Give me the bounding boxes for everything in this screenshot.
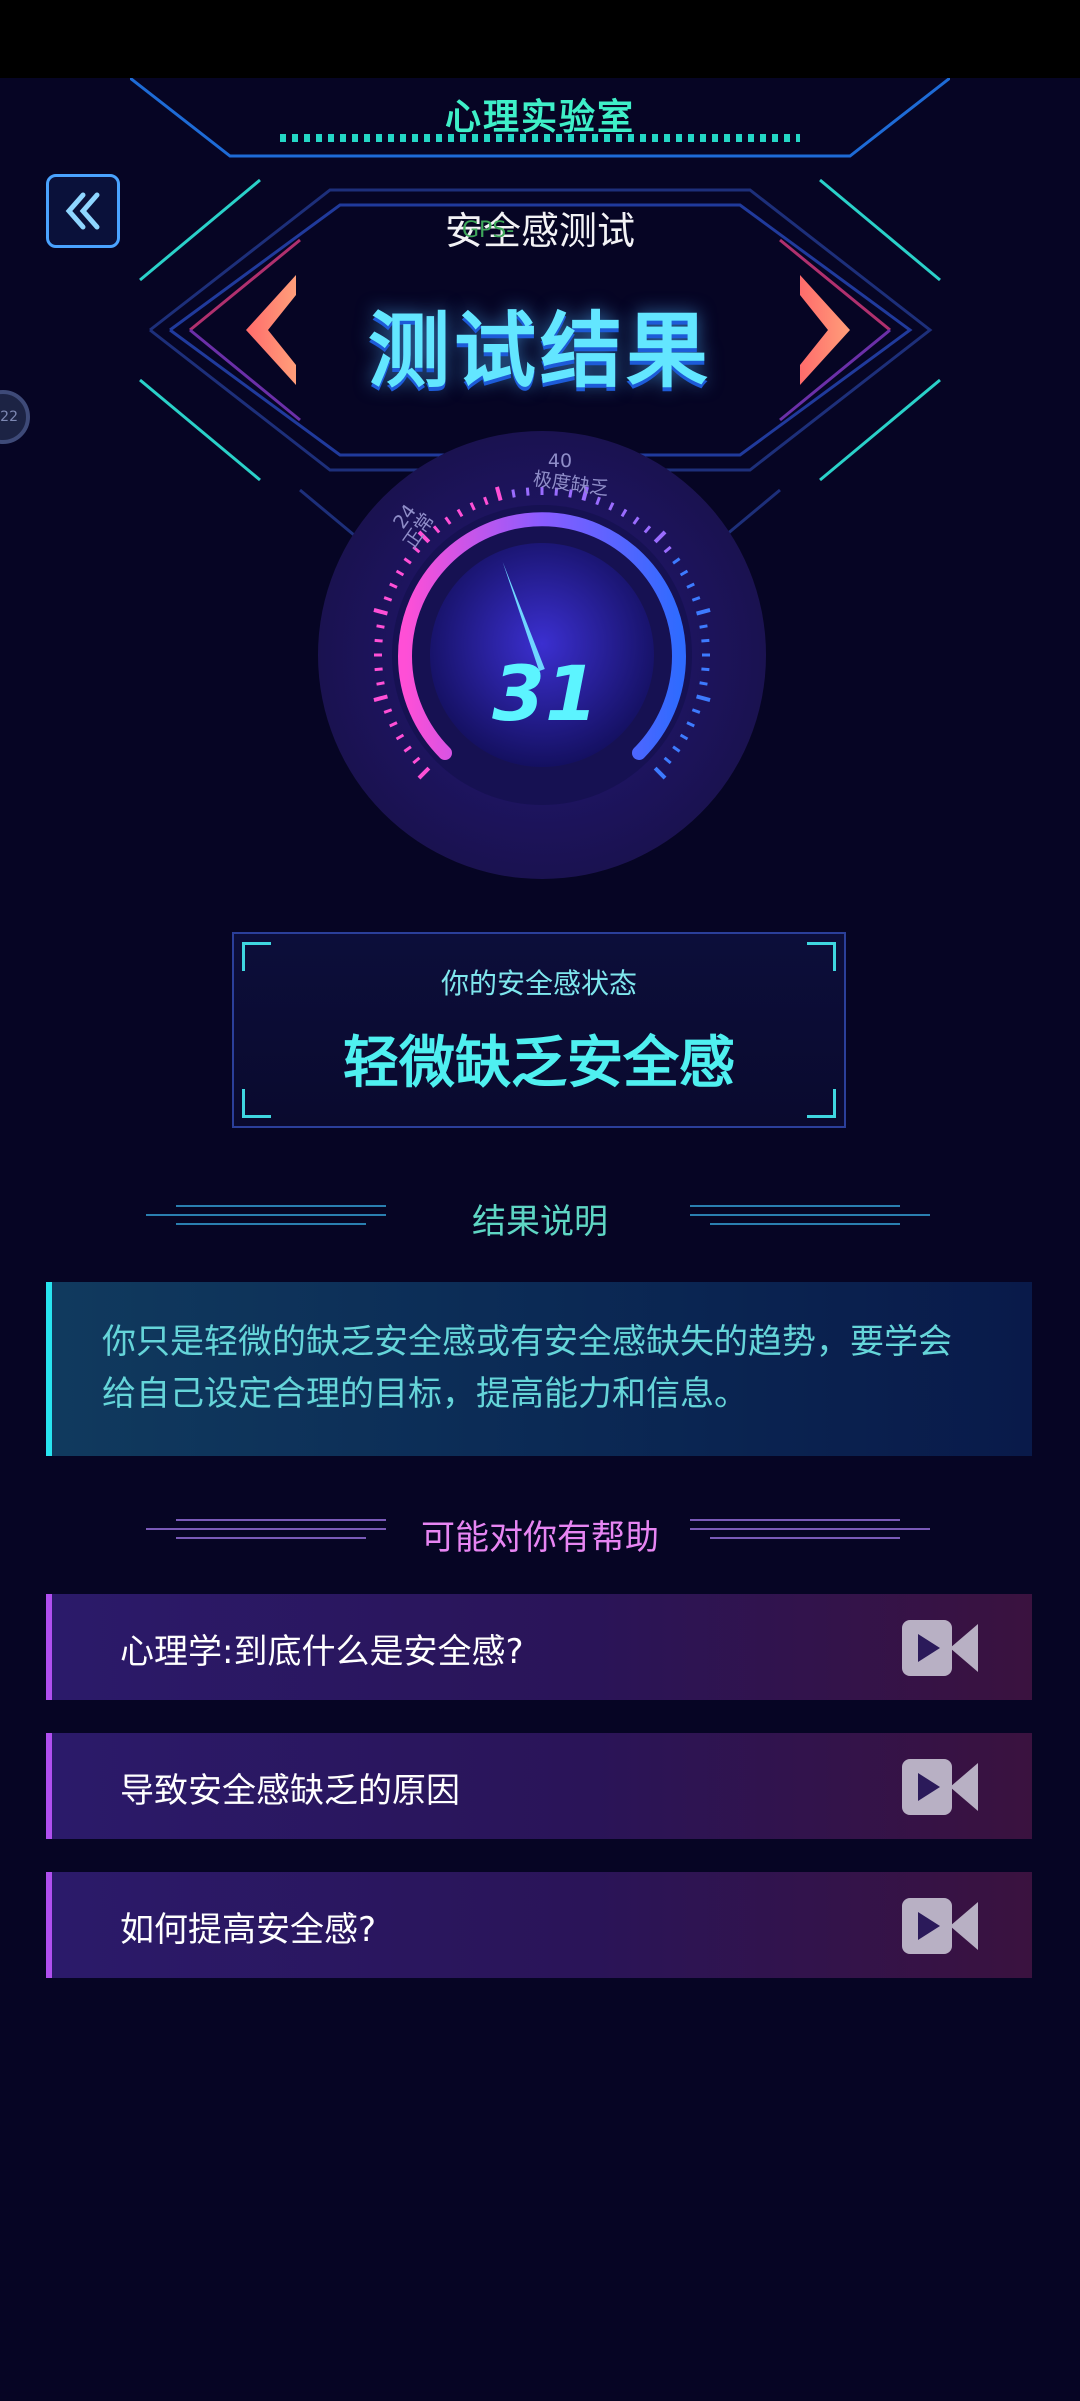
- help-item-causes[interactable]: 导致安全感缺乏的原因: [46, 1733, 1032, 1839]
- gauge-tick: [376, 624, 385, 629]
- status-box: 你的安全感状态 轻微缺乏安全感: [232, 932, 846, 1128]
- video-camera-icon: [902, 1759, 978, 1815]
- status-bar: [0, 0, 1080, 78]
- explain-card: 你只是轻微的缺乏安全感或有安全感缺失的趋势，要学会给自己设定合理的目标，提高能力…: [46, 1282, 1032, 1456]
- app-title: 心理实验室: [444, 97, 635, 138]
- explain-section-header: 结果说明: [0, 1188, 1080, 1242]
- gauge-tick: [699, 624, 708, 629]
- help-item-label: 心理学:到底什么是安全感?: [120, 1632, 524, 1672]
- gauge-tick: [701, 638, 710, 643]
- gauge-tick: [374, 667, 383, 672]
- test-name: 安全感测试: [444, 209, 635, 253]
- gauge-tick: [374, 638, 383, 643]
- gauge-tick: [376, 681, 385, 686]
- gauge-tick: [699, 681, 708, 686]
- divider-lines: [690, 1519, 930, 1539]
- score-gauge: 24 正常 40 极度缺乏 31: [318, 431, 766, 879]
- page: 心理实验室 22 安全感测试 GPS- 测试结果 24 正常 40 极度缺乏 3…: [0, 0, 1080, 2401]
- status-label: 你的安全感状态: [440, 967, 637, 1000]
- result-title: 测试结果: [367, 304, 712, 399]
- divider-lines: [690, 1205, 930, 1225]
- help-item-what-is-security[interactable]: 心理学:到底什么是安全感?: [46, 1594, 1032, 1700]
- explain-text: 你只是轻微的缺乏安全感或有安全感缺失的趋势，要学会给自己设定合理的目标，提高能力…: [102, 1322, 952, 1414]
- help-item-label: 导致安全感缺乏的原因: [120, 1771, 460, 1811]
- video-camera-icon: [902, 1898, 978, 1954]
- status-value: 轻微缺乏安全感: [343, 1031, 735, 1096]
- tick-label-40: 40: [548, 450, 572, 472]
- help-item-label: 如何提高安全感?: [120, 1910, 377, 1950]
- gauge-tick: [701, 667, 710, 672]
- gauge-tick: [525, 487, 530, 496]
- help-section-header: 可能对你有帮助: [0, 1504, 1080, 1558]
- video-camera-icon: [902, 1620, 978, 1676]
- overlay-badge: GPS-: [462, 218, 515, 243]
- help-item-improve[interactable]: 如何提高安全感?: [46, 1872, 1032, 1978]
- score-value: 31: [492, 649, 598, 738]
- gauge-tick: [511, 489, 516, 498]
